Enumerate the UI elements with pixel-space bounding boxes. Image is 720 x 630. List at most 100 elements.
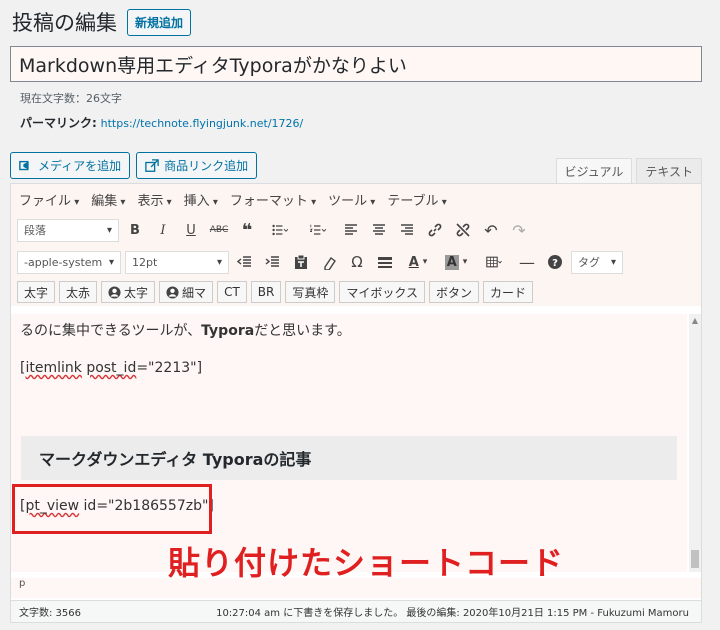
background-color-icon[interactable]: A ▾ [439,250,473,274]
strikethrough-icon[interactable]: ABC [207,218,231,242]
font-size-value: 12pt [132,255,158,269]
quicktag-label: 細マ [182,285,207,300]
link-icon[interactable] [423,218,447,242]
add-new-button[interactable]: 新規追加 [127,8,192,36]
text-color-icon[interactable]: A ▾ [401,250,435,274]
align-right-icon[interactable] [395,218,419,242]
menu-edit[interactable]: 編集 [91,190,125,209]
align-left-icon[interactable] [339,218,363,242]
tab-text[interactable]: テキスト [636,158,702,184]
paragraph-text: だと思います。 [254,323,351,339]
menu-table[interactable]: テーブル [387,190,446,209]
quicktag-bold[interactable]: 太字 [17,281,56,303]
menu-insert[interactable]: 挿入 [184,190,218,209]
itemlink-shortcode: [itemlink post_id="2213"] [20,360,202,376]
user-icon [166,285,179,299]
svg-text:?: ? [552,258,558,269]
horizontal-rule-icon[interactable] [373,250,397,274]
quicktag-user-bold[interactable]: 太字 [101,281,156,303]
quicktag-label: カード [490,285,527,300]
quicktag-label: 太赤 [66,285,91,300]
spellcheck-word: itemlink [25,360,82,376]
tag-select-value: タグ [578,256,600,269]
quicktag-my-box[interactable]: マイボックス [339,281,426,303]
font-family-value: -apple-system [24,255,103,269]
font-family-select[interactable]: -apple-system [17,250,121,274]
editor-mode-tabs: ビジュアル テキスト [555,158,702,184]
underline-icon[interactable]: U [179,218,203,242]
minus-icon[interactable]: — [515,250,539,274]
editor-footer: 文字数: 3566 10:27:04 am に下書きを保存しました。 最後の編集… [11,600,701,622]
add-media-button[interactable]: メディアを追加 [10,152,131,179]
outdent-icon[interactable] [233,250,257,274]
shortcode-part: ="2213"] [136,360,203,376]
scroll-up-icon[interactable]: ▲ [689,316,701,325]
add-media-label: メディアを追加 [38,159,122,173]
menu-format[interactable]: フォーマット [230,190,316,209]
help-icon[interactable]: ? [543,250,567,274]
menu-tools[interactable]: ツール [328,190,375,209]
word-count: 文字数: 3566 [19,608,81,619]
indent-icon[interactable] [261,250,285,274]
media-buttons: メディアを追加 商品リンク追加 [10,152,258,179]
permalink-label: パーマリンク: [20,116,97,130]
menu-file[interactable]: ファイル [19,190,79,209]
quicktag-ct[interactable]: CT [217,281,247,303]
annotation-label: 貼り付けたショートコード [168,544,565,582]
permalink: パーマリンク: https://technote.flyingjunk.net/… [20,114,303,131]
media-icon [19,160,29,170]
scroll-thumb[interactable] [691,550,699,568]
menu-view[interactable]: 表示 [137,190,171,209]
content-scrollbar[interactable]: ▲ [689,314,701,572]
external-link-icon [145,158,159,172]
clear-formatting-icon[interactable] [317,250,341,274]
tag-select[interactable]: タグ [571,250,623,274]
paragraph-text: るのに集中できるツールが、 [20,323,202,339]
quicktag-br[interactable]: BR [250,281,282,303]
table-icon[interactable] [477,250,511,274]
tab-visual[interactable]: ビジュアル [555,158,633,184]
content-heading: マークダウンエディタ Typoraの記事 [21,436,677,480]
add-product-link-button[interactable]: 商品リンク追加 [136,152,258,179]
quicktag-label: CT [224,285,240,299]
toolbar-row-1: 段落 B I U ABC ❝ ↶ ↷ [11,214,701,246]
quicktag-button[interactable]: ボタン [429,281,480,303]
quicktag-label: 太字 [124,285,149,300]
page-title: 投稿の編集 [12,11,117,35]
bold-icon[interactable]: B [123,218,147,242]
paste-text-icon[interactable] [289,250,313,274]
bullet-list-icon[interactable] [263,218,297,242]
italic-icon[interactable]: I [151,218,175,242]
post-title-input[interactable]: Markdown専用エディタTyporaがかなりよい [10,46,702,82]
quicktag-photo-frame[interactable]: 写真枠 [285,281,336,303]
content-paragraph: るのに集中できるツールが、Typoraだと思います。 [20,320,351,340]
shortcode-part: id="2b186557zb"] [79,498,214,514]
pt-view-shortcode: [pt_view id="2b186557zb"] [20,498,214,514]
quicktags-row: 太字 太赤 太字 細マ CT BR 写真枠 マイボックス ボタン カード [11,278,701,306]
quicktag-label: 太字 [24,285,49,300]
editor-content[interactable]: るのに集中できるツールが、Typoraだと思います。 [itemlink pos… [11,314,687,572]
format-select[interactable]: 段落 [17,218,119,242]
quicktag-user-marker[interactable]: 細マ [159,281,214,303]
quicktag-label: BR [257,285,275,299]
toolbar-row-2: -apple-system 12pt Ω A▾ A▾ — ? タグ [11,246,701,278]
undo-icon[interactable]: ↶ [479,218,503,242]
spellcheck-word: post_id [86,360,137,376]
quicktag-label: 写真枠 [292,285,329,300]
bold-text: Typora [201,323,255,339]
add-product-link-label: 商品リンク追加 [164,159,249,173]
blockquote-icon[interactable]: ❝ [235,218,259,242]
align-center-icon[interactable] [367,218,391,242]
special-character-icon[interactable]: Ω [345,250,369,274]
spellcheck-word: pt_view [25,498,80,514]
permalink-url[interactable]: https://technote.flyingjunk.net/1726/ [101,117,304,130]
numbered-list-icon[interactable] [301,218,335,242]
unlink-icon[interactable] [451,218,475,242]
quicktag-card[interactable]: カード [483,281,534,303]
redo-icon[interactable]: ↷ [507,218,531,242]
format-select-value: 段落 [24,224,46,237]
font-size-select[interactable]: 12pt [125,250,229,274]
quicktag-label: マイボックス [346,285,419,300]
quicktag-bold-red[interactable]: 太赤 [59,281,98,303]
editor-menubar: ファイル 編集 表示 挿入 フォーマット ツール テーブル [11,184,701,214]
